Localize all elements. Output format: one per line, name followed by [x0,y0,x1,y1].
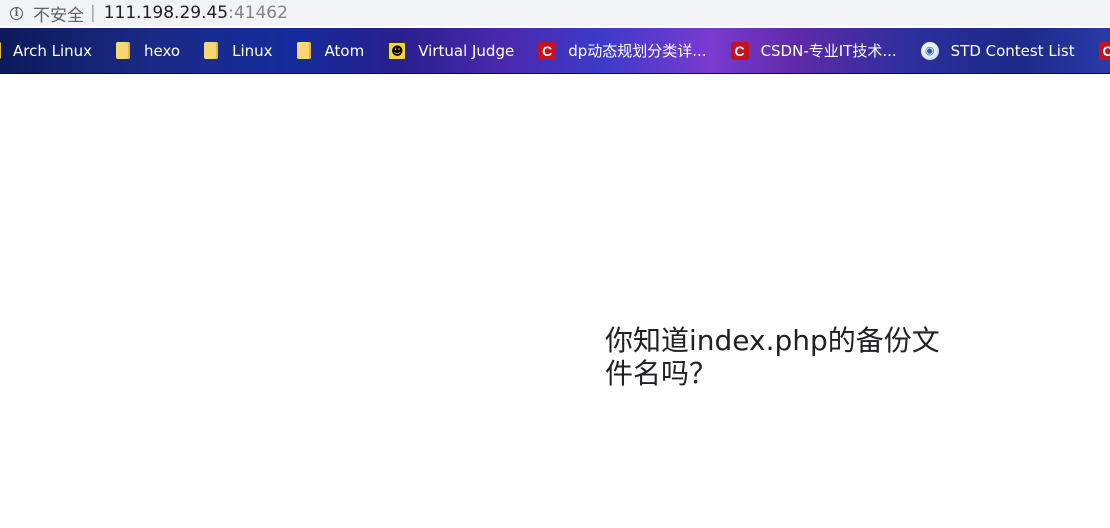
bookmark-hexo[interactable]: hexo [116,42,180,60]
folder-icon [296,42,311,59]
bookmarks-bar: Arch Linux hexo Linux Atom ☻ Virtual Jud… [0,28,1110,74]
folder-icon [0,42,1,59]
bookmark-virtual-judge[interactable]: ☻ Virtual Judge [388,41,515,60]
virtual-judge-icon: ☻ [388,41,407,60]
csdn-icon: C [538,41,557,60]
bookmark-c[interactable]: C C [1098,41,1110,60]
url-port[interactable]: :41462 [228,3,288,23]
bookmark-label: STD Contest List [950,41,1075,60]
bookmark-label: Virtual Judge [418,41,515,60]
bookmark-linux[interactable]: Linux [204,41,273,60]
folder-icon [204,42,219,59]
bookmark-atom[interactable]: Atom [296,41,365,60]
bookmark-label: dp动态规划分类详... [568,42,707,60]
csdn-icon: C [730,41,749,60]
bookmark-label: Atom [324,41,365,60]
folder-icon [116,42,131,59]
bookmark-label: hexo [144,41,181,60]
bookmark-csdn[interactable]: C CSDN-专业IT技术... [730,40,897,61]
csdn-icon: C [1098,41,1110,60]
bookmark-label: Linux [232,41,273,60]
bookmark-arch-linux[interactable]: Arch Linux [0,42,92,60]
address-separator: | [90,3,96,23]
bookmark-std-contest-list[interactable]: ◉ STD Contest List [920,41,1075,60]
page-message: 你知道index.php的备份文件名吗？ [605,324,940,390]
security-label[interactable]: 不安全 [33,1,84,26]
bookmark-label: Arch Linux [13,41,93,60]
std-icon: ◉ [920,41,939,60]
address-bar[interactable]: i 不安全 | 111.198.29.45 :41462 [0,0,1110,26]
bookmark-label: CSDN-专业IT技术... [760,42,897,60]
bookmark-dp[interactable]: C dp动态规划分类详... [538,40,707,61]
info-icon[interactable]: i [10,6,23,20]
url-host[interactable]: 111.198.29.45 [104,3,228,23]
